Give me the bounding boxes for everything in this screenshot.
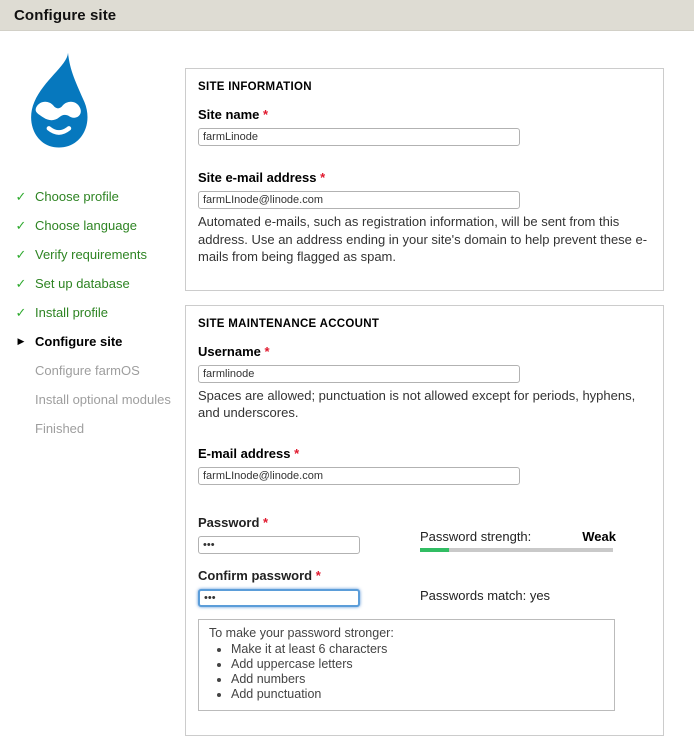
site-name-form-item: Site name * <box>198 107 651 146</box>
password-tip: Make it at least 6 characters <box>231 642 604 656</box>
passwords-match-value: yes <box>530 588 550 603</box>
check-icon: ✓ <box>14 218 28 234</box>
site-name-label: Site name * <box>198 107 651 122</box>
confirm-password-row: Confirm password * Passwords match: yes <box>198 568 651 607</box>
username-label: Username * <box>198 344 651 359</box>
password-strength-bar <box>420 548 613 552</box>
password-input[interactable] <box>198 536 360 554</box>
task-choose-profile: ✓ Choose profile <box>14 182 185 211</box>
configure-site-form: SITE INFORMATION Site name * Site e-mail… <box>185 31 694 750</box>
task-label: Choose profile <box>35 189 119 204</box>
task-label: Finished <box>35 421 84 436</box>
site-email-input[interactable] <box>198 191 520 209</box>
site-name-input[interactable] <box>198 128 520 146</box>
install-progress-sidebar: ✓ Choose profile ✓ Choose language ✓ Ver… <box>0 31 185 750</box>
confirm-password-input[interactable] <box>198 589 360 607</box>
check-icon: ✓ <box>14 305 28 321</box>
required-marker: * <box>294 446 299 461</box>
task-choose-language: ✓ Choose language <box>14 211 185 240</box>
account-email-input[interactable] <box>198 467 520 485</box>
password-strength-value: Weak <box>582 529 616 544</box>
username-description: Spaces are allowed; punctuation is not a… <box>198 387 651 422</box>
maintenance-account-fieldset: SITE MAINTENANCE ACCOUNT Username * Spac… <box>185 305 664 736</box>
required-marker: * <box>263 107 268 122</box>
task-label: Choose language <box>35 218 137 233</box>
passwords-match-status: Passwords match: yes <box>420 568 616 603</box>
task-label: Install profile <box>35 305 108 320</box>
site-email-description: Automated e-mails, such as registration … <box>198 213 651 266</box>
check-icon: ✓ <box>14 189 28 205</box>
password-strength-label: Password strength: <box>420 529 531 544</box>
password-tip: Add uppercase letters <box>231 657 604 671</box>
password-tips-title: To make your password stronger: <box>209 626 604 640</box>
task-install-optional-modules: Install optional modules <box>14 385 185 414</box>
task-label: Set up database <box>35 276 130 291</box>
task-install-profile: ✓ Install profile <box>14 298 185 327</box>
password-label: Password * <box>198 515 420 530</box>
password-row: Password * Password strength: Weak <box>198 515 651 554</box>
password-strength-fill <box>420 548 449 552</box>
required-marker: * <box>265 344 270 359</box>
account-email-form-item: E-mail address * <box>198 446 651 485</box>
task-label: Configure farmOS <box>35 363 140 378</box>
page-header: Configure site <box>0 0 694 31</box>
username-input[interactable] <box>198 365 520 383</box>
password-tip: Add numbers <box>231 672 604 686</box>
password-tips-list: Make it at least 6 characters Add upperc… <box>231 642 604 701</box>
install-task-list: ✓ Choose profile ✓ Choose language ✓ Ver… <box>10 182 185 443</box>
site-information-fieldset: SITE INFORMATION Site name * Site e-mail… <box>185 68 664 291</box>
site-email-form-item: Site e-mail address * Automated e-mails,… <box>198 170 651 266</box>
page-title: Configure site <box>14 7 116 24</box>
task-set-up-database: ✓ Set up database <box>14 269 185 298</box>
task-verify-requirements: ✓ Verify requirements <box>14 240 185 269</box>
confirm-password-label: Confirm password * <box>198 568 420 583</box>
maintenance-account-legend: SITE MAINTENANCE ACCOUNT <box>198 318 651 330</box>
task-configure-farmos: Configure farmOS <box>14 356 185 385</box>
arrow-right-icon: ▶ <box>14 336 28 347</box>
site-email-label: Site e-mail address * <box>198 170 651 185</box>
required-marker: * <box>320 170 325 185</box>
check-icon: ✓ <box>14 276 28 292</box>
username-form-item: Username * Spaces are allowed; punctuati… <box>198 344 651 422</box>
account-email-label: E-mail address * <box>198 446 651 461</box>
task-label: Install optional modules <box>35 392 171 407</box>
check-icon: ✓ <box>14 247 28 263</box>
required-marker: * <box>263 515 268 530</box>
drupal-logo-icon <box>12 51 104 153</box>
task-label: Configure site <box>35 334 122 349</box>
site-information-legend: SITE INFORMATION <box>198 81 651 93</box>
password-strength-widget: Password strength: Weak <box>420 515 616 552</box>
required-marker: * <box>316 568 321 583</box>
task-label: Verify requirements <box>35 247 147 262</box>
task-finished: Finished <box>14 414 185 443</box>
password-tip: Add punctuation <box>231 687 604 701</box>
task-configure-site-current: ▶ Configure site <box>14 327 185 356</box>
password-tips-box: To make your password stronger: Make it … <box>198 619 615 711</box>
